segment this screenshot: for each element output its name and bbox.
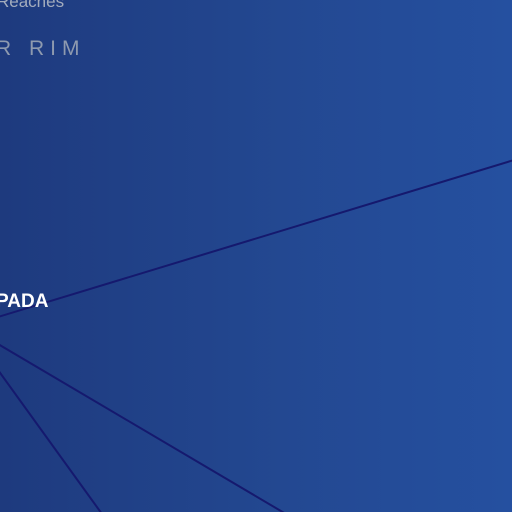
region-label-reaches: Reaches bbox=[0, 0, 65, 11]
route-line-southeast bbox=[0, 344, 285, 512]
hyperspace-routes bbox=[0, 159, 512, 512]
route-line-south bbox=[0, 371, 102, 512]
system-label-pada[interactable]: PADA bbox=[0, 291, 48, 313]
region-label-rim: R RIM bbox=[0, 37, 86, 60]
route-line-east bbox=[0, 159, 512, 318]
galaxy-map[interactable]: Reaches R RIM PADA bbox=[0, 0, 512, 512]
